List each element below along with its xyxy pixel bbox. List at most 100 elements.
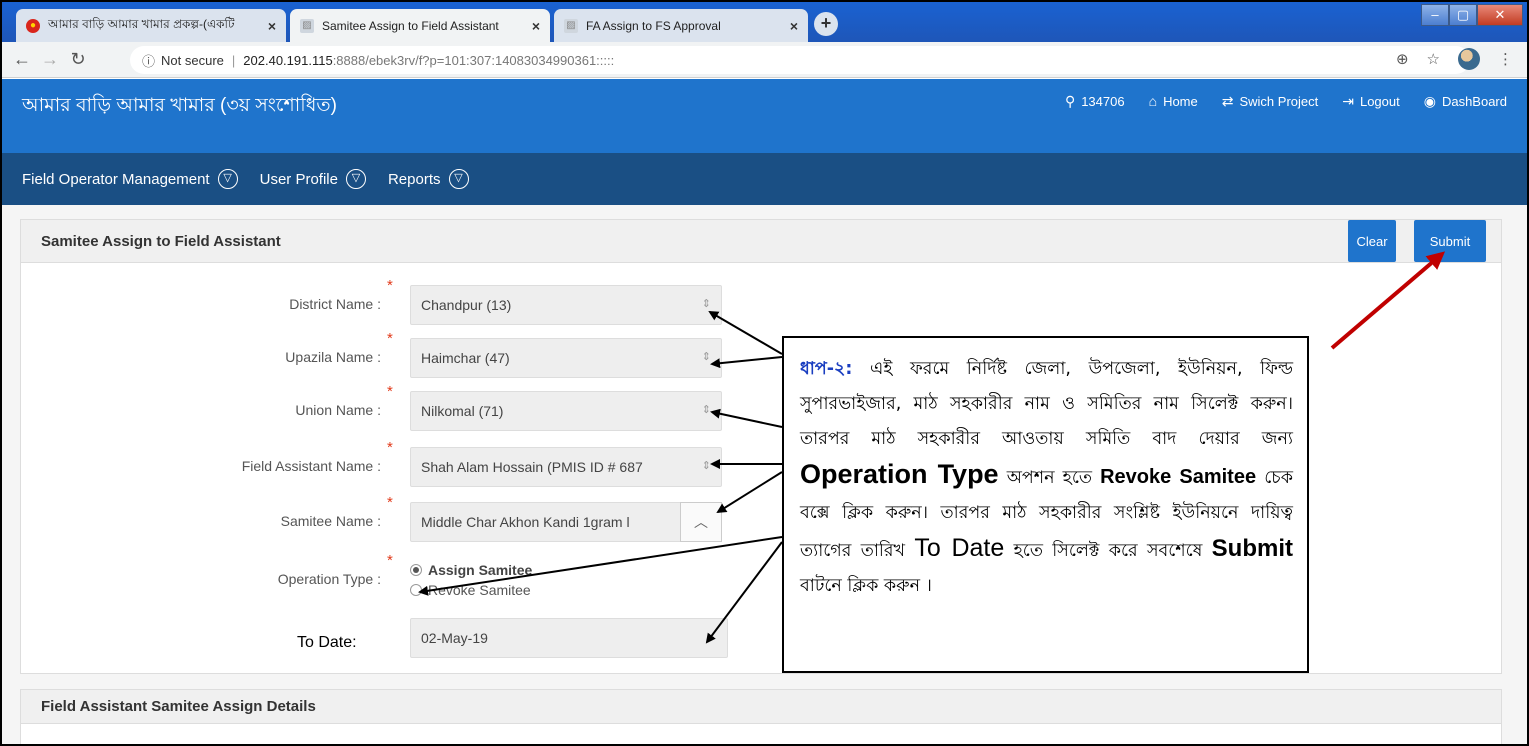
home-link[interactable]: ⌂ Home (1149, 93, 1198, 110)
profile-avatar[interactable] (1458, 48, 1480, 70)
menu-kebab-icon[interactable]: ⋮ (1498, 50, 1513, 68)
menu-label: Reports (387, 170, 441, 188)
district-row: District Name : * Chandpur (13) ⇕ (21, 277, 741, 325)
union-row: Union Name : * Nilkomal (71) ⇕ (21, 383, 741, 431)
callout-text: হতে সিলেক্ট করে সবশেষে (1004, 541, 1212, 561)
close-tab-icon[interactable]: × (532, 18, 540, 34)
site-favicon-icon: ● (26, 18, 40, 33)
main-menu-bar: Field Operator Management ▽ User Profile… (2, 153, 1527, 205)
menu-user-profile[interactable]: User Profile ▽ (260, 169, 366, 189)
bookmark-star-icon[interactable]: ☆ (1427, 50, 1440, 68)
browser-tab-1[interactable]: ● আমার বাড়ি আমার খামার প্রকল্প-(একটি × (16, 9, 286, 42)
home-label: Home (1163, 94, 1198, 109)
dashboard-link[interactable]: ◉ DashBoard (1424, 93, 1507, 110)
back-icon[interactable]: ← (8, 49, 36, 70)
close-tab-icon[interactable]: × (268, 18, 276, 34)
tab-title: Samitee Assign to Field Assistant (322, 18, 499, 33)
url-input[interactable]: ⓘ Not secure | 202.40.191.115:8888/ebek3… (130, 46, 1470, 74)
upazila-row: Upazila Name : * Haimchar (47) ⇕ (21, 330, 741, 378)
chevron-down-icon[interactable]: ▽ (448, 169, 469, 189)
dashboard-label: DashBoard (1441, 94, 1507, 109)
url-separator: | (231, 52, 236, 68)
select-arrows-icon: ⇕ (701, 404, 711, 416)
radio-revoke-samitee[interactable]: Revoke Samitee (410, 580, 532, 600)
switch-project-link[interactable]: ⇄ Swich Project (1222, 93, 1318, 110)
select-arrows-icon: ⇕ (701, 460, 711, 472)
region-header: Field Assistant Samitee Assign Details (21, 690, 1501, 724)
samitee-select[interactable]: Middle Char Akhon Kandi 1gram l (410, 502, 682, 542)
callout-text: অপশন হতে (998, 468, 1101, 488)
radio-assign-samitee[interactable]: Assign Samitee (410, 560, 532, 580)
field-assistant-select[interactable]: Shah Alam Hossain (PMIS ID # 687 ⇕ (410, 447, 722, 487)
region-title: Field Assistant Samitee Assign Details (41, 698, 316, 715)
app-header: আমার বাড়ি আমার খামার (৩য় সংশোধিত) ⚲ 134… (2, 79, 1527, 153)
upazila-label: Upazila Name : (285, 349, 381, 365)
to-date-value: 02-May-19 (421, 630, 488, 646)
logout-link[interactable]: ⇥ Logout (1342, 93, 1400, 110)
page-favicon-icon: ▨ (300, 18, 314, 33)
required-marker: * (387, 330, 393, 347)
union-label: Union Name : (295, 402, 381, 418)
callout-to-date: To Date (914, 534, 1005, 562)
step-label: ধাপ-২: (800, 359, 853, 379)
operation-type-radio-group: Assign Samitee Revoke Samitee (410, 560, 532, 600)
info-icon[interactable]: ⓘ (142, 51, 155, 70)
operation-type-row: Operation Type : * Assign Samitee Revoke… (21, 552, 741, 600)
district-select[interactable]: Chandpur (13) ⇕ (410, 285, 722, 325)
close-tab-icon[interactable]: × (790, 18, 798, 34)
chevron-down-icon[interactable]: ▽ (217, 169, 238, 189)
callout-revoke: Revoke Samitee (1100, 466, 1257, 488)
union-value: Nilkomal (71) (421, 403, 504, 419)
tab-title: FA Assign to FS Approval (586, 18, 721, 33)
callout-text: এই ফরমে নির্দিষ্ট জেলা, উপজেলা, ইউনিয়ন,… (800, 359, 1293, 449)
screenshot-frame: ● আমার বাড়ি আমার খামার প্রকল্প-(একটি × … (0, 0, 1529, 746)
maximize-icon[interactable]: ▢ (1449, 4, 1477, 26)
user-id: 134706 (1081, 94, 1125, 109)
union-select[interactable]: Nilkomal (71) ⇕ (410, 391, 722, 431)
submit-button[interactable]: Submit (1414, 220, 1486, 262)
instruction-callout: ধাপ-২: এই ফরমে নির্দিষ্ট জেলা, উপজেলা, ই… (782, 336, 1309, 673)
zoom-icon[interactable]: ⊕ (1396, 50, 1409, 68)
field-assistant-value: Shah Alam Hossain (PMIS ID # 687 (421, 459, 643, 475)
samitee-value: Middle Char Akhon Kandi 1gram l (421, 514, 630, 530)
top-nav-links: ⚲ 134706 ⌂ Home ⇄ Swich Project ⇥ Logout ◉ Da… (1065, 93, 1507, 110)
district-value: Chandpur (13) (421, 297, 512, 313)
menu-reports[interactable]: Reports ▽ (388, 169, 469, 189)
tab-title: আমার বাড়ি আমার খামার প্রকল্প-(একটি (48, 16, 235, 31)
window-controls: – ▢ ✕ (1421, 4, 1523, 26)
dashboard-icon: ◉ (1423, 93, 1436, 109)
forward-icon[interactable]: → (36, 49, 64, 70)
callout-submit: Submit (1211, 535, 1293, 562)
minimize-icon[interactable]: – (1421, 4, 1449, 26)
browser-tab-2[interactable]: ▨ Samitee Assign to Field Assistant × (290, 9, 550, 42)
required-marker: * (387, 552, 393, 569)
url-host: 202.40.191.115 (243, 52, 333, 68)
url-path: :8888/ebek3rv/f?p=101:307:14083034990361… (332, 52, 615, 68)
browser-tab-strip: ● আমার বাড়ি আমার খামার প্রকল্প-(একটি × … (2, 2, 1527, 42)
required-marker: * (387, 494, 393, 511)
upazila-select[interactable]: Haimchar (47) ⇕ (410, 338, 722, 378)
radio-unchecked-icon (410, 584, 422, 596)
to-date-input[interactable]: 02-May-19▦ (410, 618, 728, 658)
clear-button[interactable]: Clear (1348, 220, 1396, 262)
reload-icon[interactable]: ↻ (64, 49, 92, 70)
select-arrows-icon: ⇕ (701, 351, 711, 363)
logout-icon: ⇥ (1342, 93, 1354, 109)
chevron-down-icon[interactable]: ▽ (345, 169, 366, 189)
callout-operation-type: Operation Type (800, 459, 999, 489)
select-arrows-icon: ⇕ (701, 298, 711, 310)
user-link[interactable]: ⚲ 134706 (1065, 93, 1125, 110)
browser-tab-3[interactable]: ▨ FA Assign to FS Approval × (554, 9, 808, 42)
menu-label: Field Operator Management (22, 170, 210, 188)
chevron-up-icon[interactable]: ︿ (680, 502, 722, 542)
logout-label: Logout (1359, 94, 1400, 109)
window-close-icon[interactable]: ✕ (1477, 4, 1523, 26)
menu-label: User Profile (259, 170, 338, 188)
region-title: Samitee Assign to Field Assistant (41, 232, 281, 250)
menu-field-operator-management[interactable]: Field Operator Management ▽ (22, 169, 238, 189)
browser-address-bar: ← → ↻ ⓘ Not secure | 202.40.191.115:8888… (2, 42, 1527, 78)
samitee-row: Samitee Name : * Middle Char Akhon Kandi… (21, 494, 741, 542)
new-tab-button[interactable]: + (814, 12, 838, 36)
field-assistant-label: Field Assistant Name : (241, 458, 381, 474)
app-title[interactable]: আমার বাড়ি আমার খামার (৩য় সংশোধিত) (22, 91, 337, 123)
